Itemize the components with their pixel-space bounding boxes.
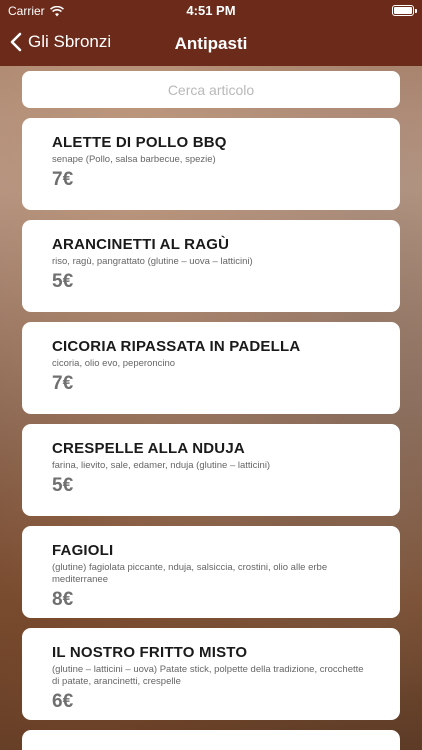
item-description: riso, ragù, pangrattato (glutine – uova … [52, 256, 253, 267]
item-name: IL NOSTRO FRITTO MISTO [52, 644, 248, 661]
navigation-bar: Gli Sbronzi Antipasti [0, 22, 422, 66]
page-title: Antipasti [174, 34, 248, 53]
item-description: (glutine – latticini – uova) Patate stic… [52, 664, 364, 687]
menu-item-card[interactable]: ARANCINETTI AL RAGÙ riso, ragù, pangratt… [22, 220, 400, 312]
menu-item-card-partial[interactable] [22, 730, 400, 750]
menu-item-card[interactable]: CRESPELLE ALLA NDUJA farina, lievito, sa… [22, 424, 400, 516]
item-price: 6€ [52, 691, 74, 712]
item-price: 8€ [52, 589, 74, 610]
item-description: cicoria, olio evo, peperoncino [52, 358, 176, 369]
item-price: 5€ [52, 475, 74, 496]
item-price: 7€ [52, 373, 74, 394]
item-description: (glutine) fagiolata piccante, nduja, sal… [52, 562, 328, 585]
status-time: 4:51 PM [186, 3, 236, 18]
item-description: senape (Pollo, salsa barbecue, spezie) [52, 154, 216, 165]
item-name: FAGIOLI [52, 542, 114, 559]
battery-icon [392, 5, 417, 16]
menu-item-card[interactable]: CICORIA RIPASSATA IN PADELLA cicoria, ol… [22, 322, 400, 414]
item-name: ARANCINETTI AL RAGÙ [52, 236, 230, 253]
item-name: CRESPELLE ALLA NDUJA [52, 440, 245, 457]
item-name: ALETTE DI POLLO BBQ [52, 134, 227, 151]
menu-item-card[interactable]: IL NOSTRO FRITTO MISTO (glutine – lattic… [22, 628, 400, 720]
status-bar: Carrier 4:51 PM [0, 0, 422, 22]
menu-item-card[interactable]: FAGIOLI (glutine) fagiolata piccante, nd… [22, 526, 400, 618]
item-name: CICORIA RIPASSATA IN PADELLA [52, 338, 301, 355]
search-input[interactable] [22, 71, 400, 108]
item-description: farina, lievito, sale, edamer, nduja (gl… [52, 460, 271, 471]
item-price: 5€ [52, 271, 74, 292]
item-price: 7€ [52, 169, 74, 190]
menu-item-card[interactable]: ALETTE DI POLLO BBQ senape (Pollo, salsa… [22, 118, 400, 210]
